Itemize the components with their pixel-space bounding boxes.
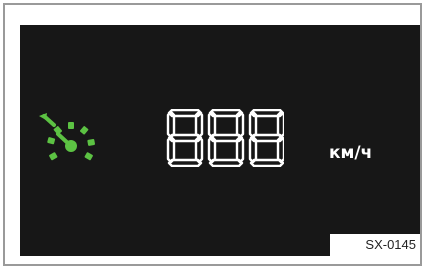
digit-3-segment-d xyxy=(249,158,284,167)
cruise-control-speedometer-icon xyxy=(39,113,95,161)
digit-2-segment-g xyxy=(208,133,244,143)
digit-3-segment-g xyxy=(249,133,284,143)
digit-2-segment-d xyxy=(208,158,244,167)
digit-1-segment-g xyxy=(167,133,203,143)
speed-unit-label: км/ч xyxy=(329,143,373,163)
figure-code-label: SX-0145 xyxy=(330,234,420,256)
instrument-display: 888 км/ч SX-0145 xyxy=(20,25,420,256)
digit-1-segment-d xyxy=(167,158,203,167)
speed-readout: 888 xyxy=(166,109,284,167)
